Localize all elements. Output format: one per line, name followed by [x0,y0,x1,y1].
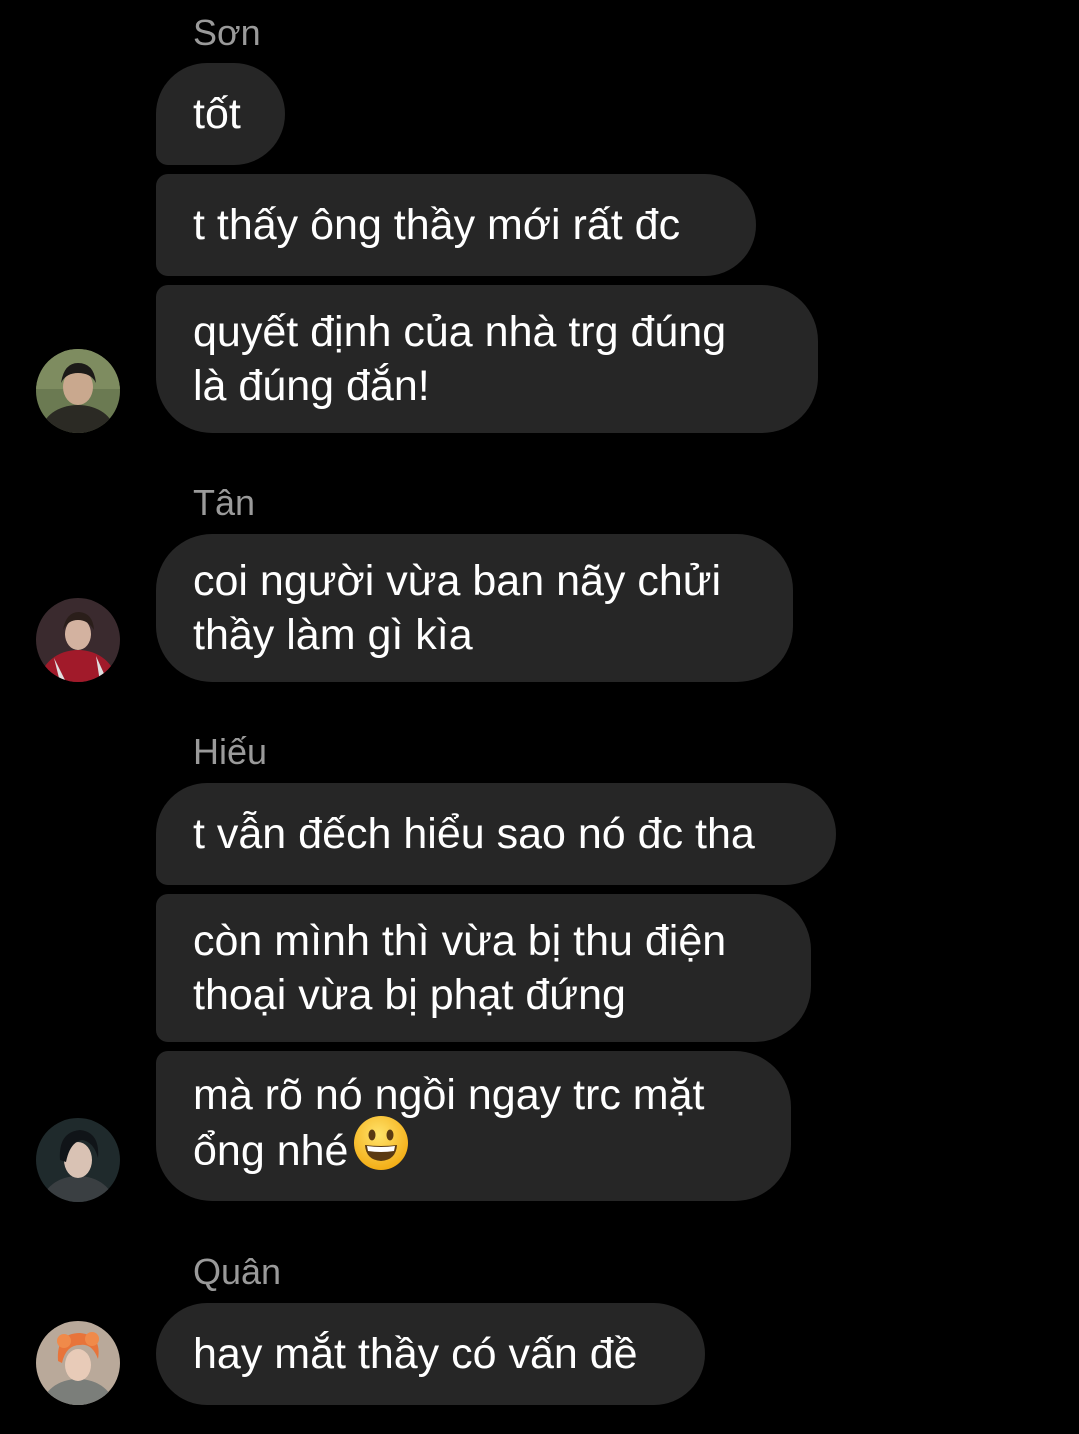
message-bubble[interactable]: coi người vừa ban nãy chửi thầy làm gì k… [156,534,793,682]
message-text: t vẫn đếch hiểu sao nó đc tha [193,810,755,858]
sender-name: Quân [193,1251,282,1292]
message-bubble[interactable]: quyết định của nhà trg đúng là đúng đắn! [156,285,818,433]
message-bubble[interactable]: t vẫn đếch hiểu sao nó đc tha [156,783,836,885]
message-text: tốt [193,90,241,138]
avatar-son-icon[interactable] [36,349,120,433]
avatar-quan-icon[interactable] [36,1321,120,1405]
message-bubble[interactable]: mà rõ nó ngồi ngay trc mặt ổng nhé [156,1051,791,1201]
message-text-with-emoji: mà rõ nó ngồi ngay trc mặt ổng nhé [193,1068,704,1185]
message-bubble[interactable]: tốt [156,63,285,165]
message-bubble[interactable]: hay mắt thầy có vấn đề [156,1303,705,1405]
sender-name: Sơn [193,12,261,53]
avatar-tan-icon[interactable] [36,598,120,682]
message-text: quyết định của nhà trg đúng là đúng đắn! [193,308,727,410]
grinning-face-emoji [352,1114,410,1185]
sender-name: Tân [193,482,256,523]
message-text: t thấy ông thầy mới rất đc [193,201,681,249]
message-bubble[interactable]: t thấy ông thầy mới rất đc [156,174,756,276]
message-bubble[interactable]: còn mình thì vừa bị thu điện thoại vừa b… [156,894,811,1042]
message-text: mà rõ nó ngồi ngay trc mặt ổng nhé [193,1070,705,1175]
message-text: hay mắt thầy có vấn đề [193,1330,638,1378]
sender-name: Hiếu [193,731,268,772]
avatar-hieu-icon[interactable] [36,1118,120,1202]
message-text: coi người vừa ban nãy chửi thầy làm gì k… [193,557,722,659]
chat-thread: Sơn tốt t thấy ông thầy mới rất đc quyết… [0,0,1079,1434]
message-text: còn mình thì vừa bị thu điện thoại vừa b… [193,917,727,1019]
